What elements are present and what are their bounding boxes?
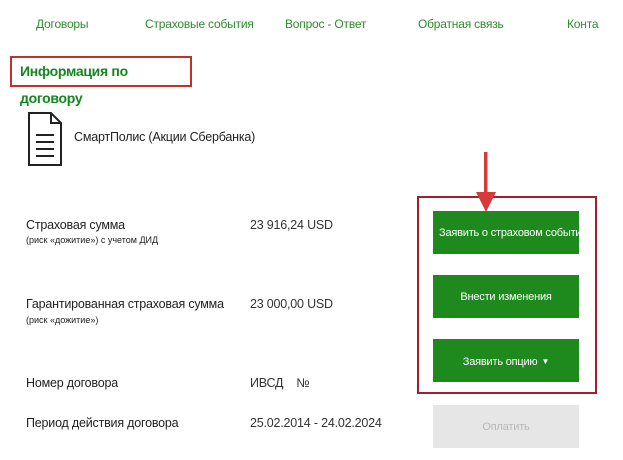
guaranteed-sum-sublabel: (риск «дожитие») xyxy=(26,315,99,325)
make-changes-button[interactable]: Внести изменения xyxy=(433,275,579,318)
nav-item-contacts[interactable]: Конта xyxy=(567,17,599,31)
contract-number-label: Номер договора xyxy=(26,376,118,390)
section-title: Информация по договору xyxy=(10,56,192,106)
contract-number-value: ИВСД № xyxy=(250,376,310,390)
nav-item-contracts[interactable]: Договоры xyxy=(36,17,89,31)
report-insurance-event-button[interactable]: Заявить о страховом событии xyxy=(433,211,588,254)
product-name: СмартПолис (Акции Сбербанка) xyxy=(74,130,256,144)
nav-item-faq[interactable]: Вопрос - Ответ xyxy=(285,17,366,31)
guaranteed-sum-label: Гарантированная страховая сумма xyxy=(26,297,224,311)
guaranteed-sum-value: 23 000,00 USD xyxy=(250,297,333,311)
insured-sum-sublabel: (риск «дожитие») с учетом ДИД xyxy=(26,235,159,245)
contract-period-label: Период действия договора xyxy=(26,416,179,430)
document-icon xyxy=(28,112,62,166)
declare-option-label: Заявить опцию xyxy=(462,356,538,368)
pay-button[interactable]: Оплатить xyxy=(433,405,579,448)
nav-item-insurance-events[interactable]: Страховые события xyxy=(145,17,254,31)
top-navigation: Договоры Страховые события Вопрос - Отве… xyxy=(0,0,623,48)
insured-sum-label: Страховая сумма xyxy=(26,218,125,232)
down-arrow-icon xyxy=(476,152,496,212)
insured-sum-value: 23 916,24 USD xyxy=(250,218,333,232)
declare-option-button[interactable]: Заявить опцию ▼ xyxy=(433,339,579,382)
nav-item-feedback[interactable]: Обратная связь xyxy=(418,17,504,31)
caret-down-icon: ▼ xyxy=(541,357,550,366)
contract-period-value: 25.02.2014 - 24.02.2024 xyxy=(250,416,382,430)
